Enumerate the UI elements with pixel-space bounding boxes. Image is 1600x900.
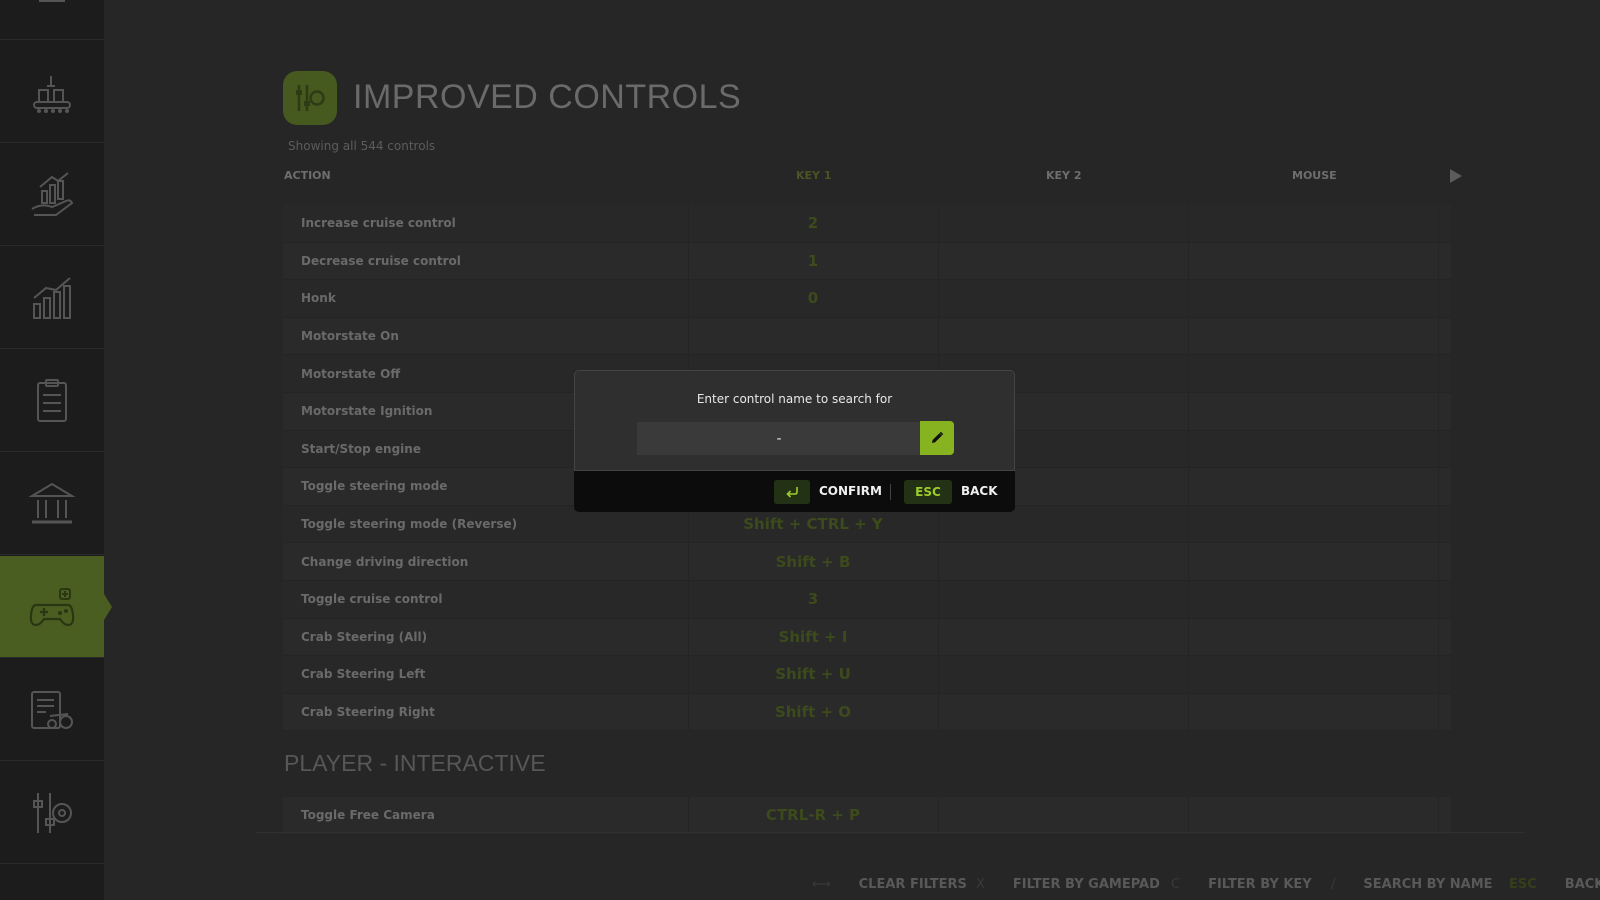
enter-key-icon (786, 487, 798, 498)
search-name-button[interactable]: / SEARCH BY NAME (1331, 877, 1493, 892)
action-name: Start/Stop engine (301, 441, 421, 456)
pencil-icon (932, 431, 944, 443)
clipboard-icon (37, 378, 67, 422)
action-name: Honk (301, 291, 336, 306)
action-name: Increase cruise control (301, 216, 456, 231)
action-name: Toggle steering mode (301, 479, 448, 494)
action-name: Motorstate On (301, 329, 399, 344)
page-title: IMPROVED CONTROLS (353, 78, 742, 116)
table-row[interactable]: Crab Steering Left Shift + U (283, 656, 1451, 694)
action-name: Toggle steering mode (Reverse) (301, 517, 518, 532)
table-row[interactable]: Increase cruise control 2 (283, 205, 1451, 243)
column-header-action[interactable]: ACTION (284, 169, 331, 182)
clear-key-icon: ⟷ (812, 877, 831, 892)
key1-binding[interactable]: 1 (688, 243, 938, 280)
key1-binding[interactable]: 3 (688, 581, 938, 618)
search-key: / (1331, 877, 1336, 892)
document-chart-icon (39, 0, 65, 2)
key1-binding[interactable]: 0 (688, 280, 938, 317)
key1-binding[interactable]: Shift + O (688, 694, 938, 731)
app-root: IMPROVED CONTROLS Showing all 544 contro… (0, 0, 1600, 900)
back-label: BACK (1564, 877, 1600, 892)
filter-gamepad-label: FILTER BY GAMEPAD (1012, 877, 1160, 892)
action-name: Motorstate Ignition (301, 404, 433, 419)
tractor-list-icon (31, 690, 73, 729)
search-dialog: Enter control name to search for CONFIRM… (574, 370, 1015, 512)
controls-count: Showing all 544 controls (288, 139, 436, 153)
action-name: Change driving direction (301, 554, 469, 569)
table-row[interactable]: Motorstate On (283, 317, 1451, 356)
table-row[interactable]: Toggle cruise control 3 (283, 580, 1451, 619)
confirm-button[interactable]: CONFIRM (819, 484, 882, 498)
clear-filters-label: CLEAR FILTERS (858, 877, 967, 892)
sidebar-item-contracts[interactable] (0, 350, 104, 452)
footer-divider (255, 832, 1525, 833)
sidebar-item-controls[interactable] (0, 556, 112, 658)
gamepad-key: X (976, 877, 985, 892)
filter-key-button[interactable]: C FILTER BY KEY (1171, 877, 1312, 892)
action-name: Crab Steering Left (301, 667, 426, 682)
key1-binding[interactable]: 2 (688, 205, 938, 242)
clear-filters-button[interactable]: ⟷ CLEAR FILTERS (812, 877, 967, 892)
sidebar-item-vehicles[interactable] (0, 659, 104, 761)
growth-hand-icon (31, 171, 74, 216)
controls-logo-icon (296, 85, 325, 111)
dialog-body: Enter control name to search for (574, 370, 1015, 471)
esc-key: ESC (1509, 877, 1537, 892)
sidebar (0, 0, 112, 900)
filter-key-key: C (1171, 877, 1181, 892)
search-name-label: SEARCH BY NAME (1363, 877, 1493, 892)
table-row[interactable]: Change driving direction Shift + B (283, 543, 1451, 581)
key1-binding[interactable]: CTRL-R + P (688, 797, 938, 834)
section-title: PLAYER - INTERACTIVE (284, 750, 546, 776)
dialog-prompt: Enter control name to search for (696, 392, 893, 406)
bar-chart-icon (33, 276, 71, 319)
sidebar-item-production[interactable] (0, 41, 104, 143)
sliders-gear-icon (33, 792, 72, 833)
search-input[interactable] (637, 422, 921, 455)
edit-button[interactable] (920, 421, 954, 455)
gamepad-icon (29, 587, 75, 626)
dialog-back-button[interactable]: BACK (961, 484, 998, 498)
table-row[interactable]: Decrease cruise control 1 (283, 242, 1451, 281)
column-header-mouse[interactable]: MOUSE (1292, 169, 1337, 182)
back-button[interactable]: ESC BACK (1509, 877, 1600, 892)
sidebar-item-finances[interactable] (0, 144, 104, 246)
table-row[interactable]: Crab Steering Right Shift + O (283, 693, 1451, 732)
esc-key-badge[interactable]: ESC (904, 480, 952, 504)
production-icon (33, 75, 71, 113)
column-header-key2[interactable]: KEY 2 (1046, 169, 1082, 182)
key1-binding[interactable]: Shift + I (688, 619, 938, 656)
sidebar-item-settings[interactable] (0, 762, 104, 864)
table-row[interactable]: Crab Steering (All) Shift + I (283, 618, 1451, 657)
action-name: Toggle Free Camera (301, 808, 435, 823)
action-name: Crab Steering Right (301, 705, 435, 720)
key1-binding[interactable] (688, 318, 938, 355)
filter-key-label: FILTER BY KEY (1208, 877, 1312, 892)
dialog-action-bar: CONFIRM ESC BACK (574, 471, 1015, 512)
action-name: Toggle cruise control (301, 592, 443, 607)
key1-binding[interactable]: Shift + B (688, 543, 938, 580)
action-name: Crab Steering (All) (301, 629, 428, 644)
bank-icon (28, 482, 76, 523)
action-name: Decrease cruise control (301, 253, 461, 268)
action-separator (890, 484, 891, 500)
play-icon[interactable] (1450, 169, 1462, 183)
filter-gamepad-button[interactable]: X FILTER BY GAMEPAD (976, 877, 1160, 892)
enter-key-badge[interactable] (774, 480, 810, 504)
sidebar-item-top[interactable] (0, 0, 104, 40)
sidebar-item-statistics[interactable] (0, 247, 104, 349)
key1-binding[interactable]: Shift + U (688, 656, 938, 693)
table-row[interactable]: Honk 0 (283, 280, 1451, 318)
mod-logo (283, 71, 337, 125)
action-name: Motorstate Off (301, 366, 401, 381)
table-row[interactable]: Toggle Free Camera CTRL-R + P (283, 797, 1451, 835)
sidebar-item-bank[interactable] (0, 453, 104, 555)
column-header-key1[interactable]: KEY 1 (796, 169, 832, 182)
